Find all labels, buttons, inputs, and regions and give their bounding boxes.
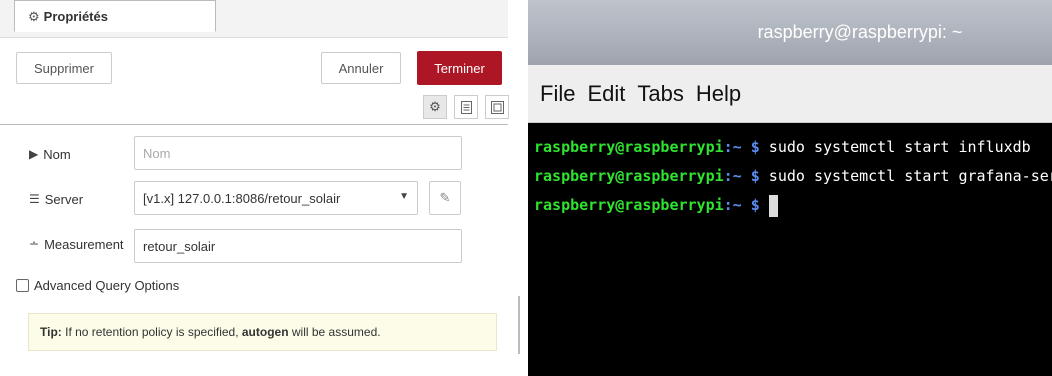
checkbox-box[interactable] — [16, 279, 29, 292]
server-label-text: Server — [44, 191, 84, 207]
gear-icon[interactable]: ⚙ — [423, 95, 447, 119]
gear-icon: ⚙ — [28, 9, 40, 24]
edit-server-button[interactable]: ✎ — [429, 181, 461, 215]
description-icon[interactable] — [454, 95, 478, 119]
name-input[interactable]: Nom — [134, 136, 462, 170]
delete-button[interactable]: Supprimer — [16, 52, 112, 84]
tip-bold: autogen — [241, 325, 289, 339]
server-select-value: [v1.x] 127.0.0.1:8086/retour_solair — [143, 190, 341, 206]
terminal-line: raspberry@raspberrypi:~ $ sudo systemctl… — [534, 162, 1052, 191]
tip-box: Tip: If no retention policy is specified… — [28, 313, 497, 351]
server-label: ☰ Server — [29, 189, 83, 209]
advanced-query-checkbox[interactable]: Advanced Query Options — [16, 278, 179, 293]
server-select[interactable]: [v1.x] 127.0.0.1:8086/retour_solair ▼ — [134, 181, 418, 215]
done-button[interactable]: Terminer — [417, 51, 502, 85]
menu-edit[interactable]: Edit — [587, 81, 625, 107]
cursor — [768, 194, 778, 217]
pencil-icon: ✎ — [439, 190, 451, 205]
prompt-user: raspberry@raspberrypi — [534, 196, 724, 214]
terminal-window: raspberry@raspberrypi: ~ File Edit Tabs … — [528, 0, 1052, 376]
tab-properties-label: Propriétés — [43, 9, 108, 24]
appearance-icon[interactable] — [485, 95, 509, 119]
prompt-user: raspberry@raspberrypi — [534, 167, 724, 185]
measurement-label-text: Measurement — [44, 236, 124, 252]
command-text: sudo systemctl start influxdb — [759, 138, 1031, 156]
server-icon: ☰ — [29, 192, 40, 206]
chevron-down-icon: ▼ — [399, 191, 409, 202]
prompt-path: :~ $ — [723, 196, 760, 214]
menu-tabs[interactable]: Tabs — [637, 81, 683, 107]
name-label-text: Nom — [43, 146, 71, 162]
tab-properties[interactable]: ⚙ Propriétés — [14, 0, 216, 32]
prompt-user: raspberry@raspberrypi — [534, 138, 724, 156]
name-label: ▶ Nom — [29, 144, 71, 164]
menu-file[interactable]: File — [540, 81, 575, 107]
node-edit-dialog: Modifier le noeud influxdb out Supprimer… — [0, 0, 526, 376]
rss-icon: ∸ — [29, 237, 40, 251]
scrollbar[interactable] — [518, 296, 520, 354]
tip-text: If no retention policy is specified, — [61, 325, 242, 339]
terminal-line: raspberry@raspberrypi:~ $ — [534, 191, 1052, 220]
measurement-input[interactable]: retour_solair — [134, 229, 462, 263]
cancel-button[interactable]: Annuler — [321, 52, 401, 84]
menu-help[interactable]: Help — [696, 81, 741, 107]
prompt-path: :~ $ — [723, 138, 760, 156]
terminal-menubar: File Edit Tabs Help — [528, 65, 1052, 123]
terminal-output[interactable]: raspberry@raspberrypi:~ $ sudo systemctl… — [528, 123, 1052, 376]
tip-prefix: Tip: — [40, 325, 62, 339]
terminal-title: raspberry@raspberrypi: ~ — [528, 0, 1052, 65]
command-text — [760, 196, 769, 214]
tag-icon: ▶ — [29, 147, 39, 161]
command-text: sudo systemctl start grafana-server — [768, 167, 1052, 185]
advanced-query-label: Advanced Query Options — [34, 278, 180, 293]
terminal-line: raspberry@raspberrypi:~ $ sudo systemctl… — [534, 133, 1052, 162]
prompt-path: :~ $ — [723, 167, 760, 185]
tip-text-end: will be assumed. — [288, 325, 381, 339]
measurement-label: ∸ Measurement — [29, 234, 124, 254]
